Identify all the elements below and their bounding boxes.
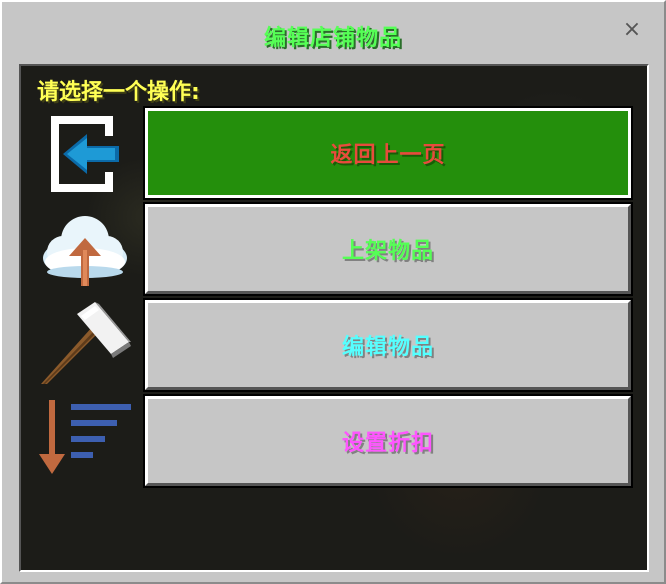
edit-item-button[interactable]: 编辑物品 [143,298,633,392]
list-item-button[interactable]: 上架物品 [143,202,633,296]
close-icon[interactable]: × [622,19,642,41]
back-arrow-icon [37,108,133,198]
cloud-upload-icon [37,204,133,294]
shop-edit-dialog: 编辑店铺物品 × 请选择一个操作: 返回上一页 上架物品 编辑物品 设置折扣 [0,0,666,584]
sort-list-icon [37,394,133,484]
set-discount-button-label: 设置折扣 [341,431,434,456]
hammer-icon [37,298,133,388]
dialog-title: 编辑店铺物品 [263,26,402,51]
list-item-button-label: 上架物品 [341,239,434,264]
back-button-label: 返回上一页 [330,143,446,168]
set-discount-button[interactable]: 设置折扣 [143,394,633,488]
edit-item-button-label: 编辑物品 [341,335,434,360]
back-button[interactable]: 返回上一页 [143,106,633,200]
prompt-label: 请选择一个操作: [37,80,200,105]
options-panel: 请选择一个操作: 返回上一页 上架物品 编辑物品 设置折扣 [19,64,649,572]
